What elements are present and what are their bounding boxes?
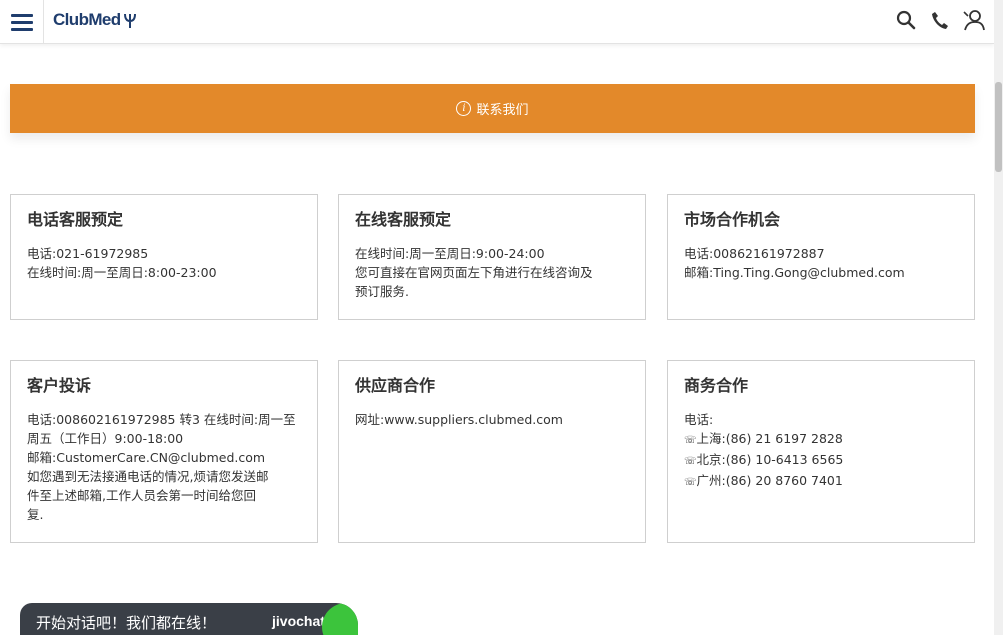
contact-card-suppliers: 供应商合作 网址:www.suppliers.clubmed.com — [338, 360, 646, 543]
card-line: 电话: — [684, 412, 714, 427]
card-title: 在线客服预定 — [355, 210, 452, 229]
card-line: 您可直接在官网页面左下角进行在线咨询及 — [355, 265, 593, 280]
card-title: 供应商合作 — [355, 376, 436, 395]
logo-text: ClubMed — [53, 10, 121, 29]
card-line: 复. — [27, 507, 44, 522]
card-line-text: 广州:(86) 20 8760 7401 — [696, 473, 843, 488]
card-line: 电话:00862161972887 — [684, 246, 825, 261]
card-line: 电话:021-61972985 — [27, 246, 149, 261]
contact-card-phone-booking: 电话客服预定 电话:021-61972985 在线时间:周一至周日:8:00-2… — [10, 194, 318, 320]
card-line: 在线时间:周一至周日:8:00-23:00 — [27, 265, 217, 280]
card-line-text: 上海:(86) 21 6197 2828 — [696, 431, 843, 446]
contact-card-marketing: 市场合作机会 电话:00862161972887 邮箱:Ting.Ting.Go… — [667, 194, 975, 320]
card-line: 在线时间:周一至周日:9:00-24:00 — [355, 246, 545, 261]
card-line: 电话:008602161972985 转3 在线时间:周一至 — [27, 412, 296, 427]
card-line: 件至上述邮箱,工作人员会第一时间给您回 — [27, 488, 256, 503]
phone-icon: ☏ — [684, 435, 697, 446]
banner-label: 联系我们 — [476, 103, 529, 118]
card-line: 如您遇到无法接通电话的情况,烦请您发送邮 — [27, 469, 269, 484]
menu-icon-bar — [10, 27, 33, 31]
search-button[interactable] — [894, 6, 918, 34]
phone-icon — [932, 12, 948, 29]
card-title: 客户投诉 — [27, 376, 92, 395]
chat-brand-logo: jivochat — [272, 613, 325, 629]
card-line: 预订服务. — [355, 284, 409, 299]
card-line: ☏北京:(86) 10-6413 6565 — [684, 450, 958, 471]
card-line: 周五（工作日）9:00-18:00 — [27, 431, 184, 446]
card-title: 商务合作 — [684, 376, 749, 395]
menu-icon-bar — [10, 20, 33, 24]
menu-button[interactable] — [0, 0, 44, 44]
contact-card-complaints: 客户投诉 电话:008602161972985 转3 在线时间:周一至 周五（工… — [10, 360, 318, 543]
user-icon — [963, 10, 985, 31]
card-title: 电话客服预定 — [27, 210, 124, 229]
top-header: ClubMed — [0, 0, 994, 44]
scrollbar-thumb[interactable] — [995, 82, 1002, 172]
card-title: 市场合作机会 — [684, 210, 781, 229]
contact-card-business: 商务合作 电话: ☏上海:(86) 21 6197 2828 ☏北京:(86) … — [667, 360, 975, 543]
trident-icon — [123, 13, 136, 28]
phone-icon: ☏ — [684, 456, 697, 467]
chat-prompt: 开始对话吧！我们都在线！ — [36, 614, 217, 632]
header-actions — [894, 6, 986, 34]
search-icon — [896, 10, 916, 30]
chat-status-indicator — [322, 603, 358, 635]
card-line: 邮箱:CustomerCare.CN@clubmed.com — [27, 450, 266, 465]
card-line: ☏上海:(86) 21 6197 2828 — [684, 429, 958, 450]
card-line-text: 北京:(86) 10-6413 6565 — [696, 452, 844, 467]
info-icon: i — [456, 101, 472, 116]
jivochat-widget[interactable]: 开始对话吧！我们都在线！ jivochat — [20, 603, 358, 635]
phone-icon: ☏ — [684, 477, 697, 488]
contact-card-online-booking: 在线客服预定 在线时间:周一至周日:9:00-24:00 您可直接在官网页面左下… — [338, 194, 646, 320]
card-line: 邮箱:Ting.Ting.Gong@clubmed.com — [684, 265, 905, 280]
account-button[interactable] — [962, 6, 986, 34]
menu-icon-bar — [10, 13, 33, 17]
clubmed-logo[interactable]: ClubMed — [53, 10, 137, 30]
contact-us-banner[interactable]: i 联系我们 — [10, 84, 975, 133]
card-line: 网址:www.suppliers.clubmed.com — [355, 412, 563, 427]
card-line: ☏广州:(86) 20 8760 7401 — [684, 471, 958, 492]
phone-button[interactable] — [928, 6, 952, 34]
scrollbar[interactable] — [994, 0, 1003, 635]
